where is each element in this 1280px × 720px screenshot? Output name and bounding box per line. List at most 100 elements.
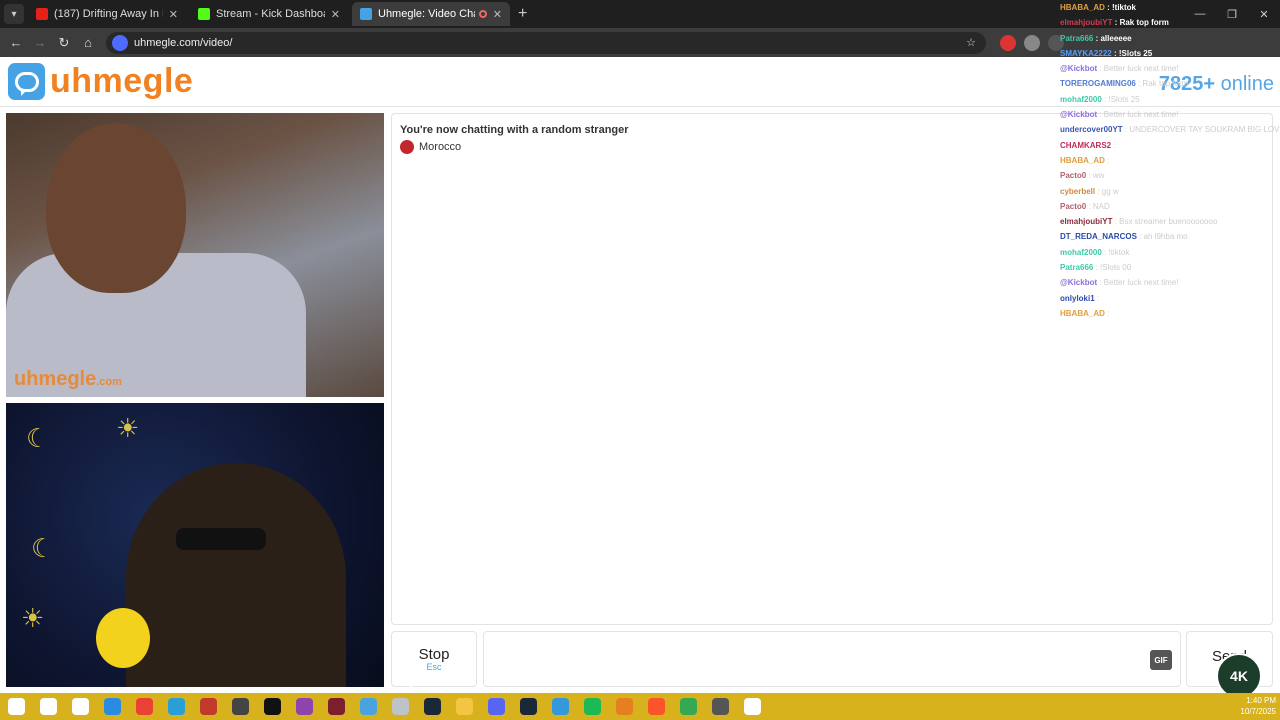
browser-tab-3[interactable]: Uhmegle: Video Chat | Ome ✕: [352, 2, 510, 26]
stream-chat-message: : ww: [1086, 171, 1105, 181]
stream-chat-message: :: [1104, 155, 1110, 165]
chrome-icon: [135, 698, 153, 715]
stream-chat-message: : ah l9hba mo: [1136, 232, 1188, 242]
search-icon: [39, 698, 57, 715]
taskbar-item[interactable]: [160, 693, 192, 720]
stream-chat-message: : UNDERCOVER TAY SOUKRAM BIG LOVE: [1122, 125, 1280, 135]
taskbar-item[interactable]: [128, 693, 160, 720]
tab-search-button[interactable]: ▾: [4, 4, 24, 24]
taskbar-item[interactable]: [96, 693, 128, 720]
stream-chat-user: elmahjoubiYT: [1060, 18, 1113, 28]
stop-button[interactable]: Stop Esc: [391, 631, 477, 687]
country-name: Morocco: [419, 141, 462, 153]
app-icon: [391, 698, 409, 715]
clock-time: 1:40 PM: [1246, 696, 1276, 705]
video-watermark: uhmegle.com: [14, 368, 122, 391]
self-video: ☾ ☀ ☾ ☀: [6, 403, 384, 687]
recording-icon: [478, 10, 487, 18]
message-input[interactable]: GIF: [483, 631, 1181, 687]
morocco-flag-icon: [400, 140, 414, 154]
clock-date: 10/7/2025: [1240, 707, 1276, 716]
taskbar-item[interactable]: [256, 693, 288, 720]
stream-chat-user: @Kickbot: [1060, 64, 1098, 74]
stream-chat-line: CHAMKARS2 :: [1060, 138, 1280, 153]
app-icon: [263, 698, 281, 715]
bookmark-star-icon[interactable]: ☆: [966, 36, 976, 49]
stream-chat-user: Pacto0: [1060, 201, 1087, 211]
taskbar-item[interactable]: [192, 693, 224, 720]
stream-chat-user: onlyloki1: [1060, 293, 1095, 303]
taskbar-item[interactable]: [480, 693, 512, 720]
steam-icon: [423, 698, 441, 715]
moon-decoration: ☾: [26, 423, 50, 453]
stream-chat-user: DT_REDA_NARCOS: [1060, 232, 1137, 242]
stream-chat-message: : alleeeee: [1093, 33, 1132, 43]
taskbar-item[interactable]: [704, 693, 736, 720]
taskbar-item[interactable]: [224, 693, 256, 720]
forward-icon[interactable]: →: [28, 35, 52, 50]
stranger-video: uhmegle.com: [6, 113, 384, 397]
close-icon[interactable]: ✕: [169, 8, 178, 21]
stream-chat-line: elmahjoubiYT : Bsx streamer buenooooooo: [1060, 214, 1280, 229]
app-icon: [295, 698, 313, 715]
chrome-icon: [679, 698, 697, 715]
taskbar-item[interactable]: [384, 693, 416, 720]
taskbar-item[interactable]: [672, 693, 704, 720]
stream-chat-message: : !Slots 25: [1101, 94, 1140, 104]
stream-chat-line: SMAYKA2222 : !Slots 25: [1060, 46, 1280, 61]
gif-button[interactable]: GIF: [1150, 650, 1172, 670]
stream-chat-line: cyberbell : gg w: [1060, 184, 1280, 199]
stream-chat-user: CHAMKARS2: [1060, 140, 1112, 150]
stream-chat-message: : !Slots 25: [1111, 48, 1153, 58]
taskbar-item[interactable]: [544, 693, 576, 720]
taskbar-item[interactable]: [640, 693, 672, 720]
reload-icon[interactable]: ↻: [52, 35, 76, 51]
youtube-icon: [36, 8, 48, 20]
taskbar-item[interactable]: [64, 693, 96, 720]
site-logo[interactable]: uhmegle: [50, 62, 193, 101]
stream-chat-line: HBABA_AD :: [1060, 153, 1280, 168]
browser-tab-2[interactable]: Stream - Kick Dashboard ✕: [190, 2, 348, 26]
taskbar-item[interactable]: [576, 693, 608, 720]
back-icon[interactable]: ←: [4, 35, 28, 50]
new-tab-button[interactable]: +: [518, 5, 527, 23]
home-icon[interactable]: ⌂: [76, 35, 100, 50]
stream-chat-user: @Kickbot: [1060, 110, 1098, 120]
taskbar-item[interactable]: [32, 693, 64, 720]
stream-chat-message: : Rak top form: [1135, 79, 1189, 89]
video-subject: [126, 463, 346, 687]
taskbar-item[interactable]: [416, 693, 448, 720]
stream-chat-message: : Better luck next time!: [1097, 278, 1179, 288]
spotify-icon: [583, 698, 601, 715]
taskbar-item[interactable]: [608, 693, 640, 720]
stream-chat-message: :: [1104, 308, 1110, 318]
taskbar-item[interactable]: [512, 693, 544, 720]
system-clock[interactable]: 1:40 PM 10/7/2025: [1240, 695, 1276, 717]
close-icon[interactable]: ✕: [331, 8, 340, 21]
stream-chat-message: : !Slots 00: [1093, 263, 1132, 273]
taskbar-item[interactable]: [320, 693, 352, 720]
stream-chat-line: TOREROGAMING06 : Rak top form: [1060, 76, 1280, 91]
close-icon[interactable]: ✕: [493, 8, 502, 21]
stream-chat-line: DT_REDA_NARCOS : ah l9hba mo: [1060, 229, 1280, 244]
steam-icon: [519, 698, 537, 715]
app-icon: [615, 698, 633, 715]
taskbar-item[interactable]: [288, 693, 320, 720]
stream-chat-user: @Kickbot: [1060, 278, 1098, 288]
uhmegle-icon: [360, 8, 372, 20]
extension-icon[interactable]: [1024, 34, 1040, 51]
stream-chat-line: onlyloki1 :: [1060, 291, 1280, 306]
taskbar-item[interactable]: [352, 693, 384, 720]
stream-chat-line: undercover00YT : UNDERCOVER TAY SOUKRAM …: [1060, 122, 1280, 137]
taskbar-item[interactable]: [448, 693, 480, 720]
taskbar-item[interactable]: [736, 693, 768, 720]
extension-icon[interactable]: [1000, 34, 1016, 51]
stream-chat-user: Pacto0: [1060, 171, 1087, 181]
browser-tab-1[interactable]: (187) Drifting Away In Memories ✕: [28, 2, 186, 26]
address-bar[interactable]: uhmegle.com/video/ ☆: [106, 31, 986, 54]
app-icon: [231, 698, 249, 715]
chat-bubble-icon[interactable]: [8, 63, 45, 100]
taskbar-item[interactable]: [0, 693, 32, 720]
site-info-icon[interactable]: [112, 34, 128, 51]
watermark-suffix: .com: [96, 376, 122, 388]
